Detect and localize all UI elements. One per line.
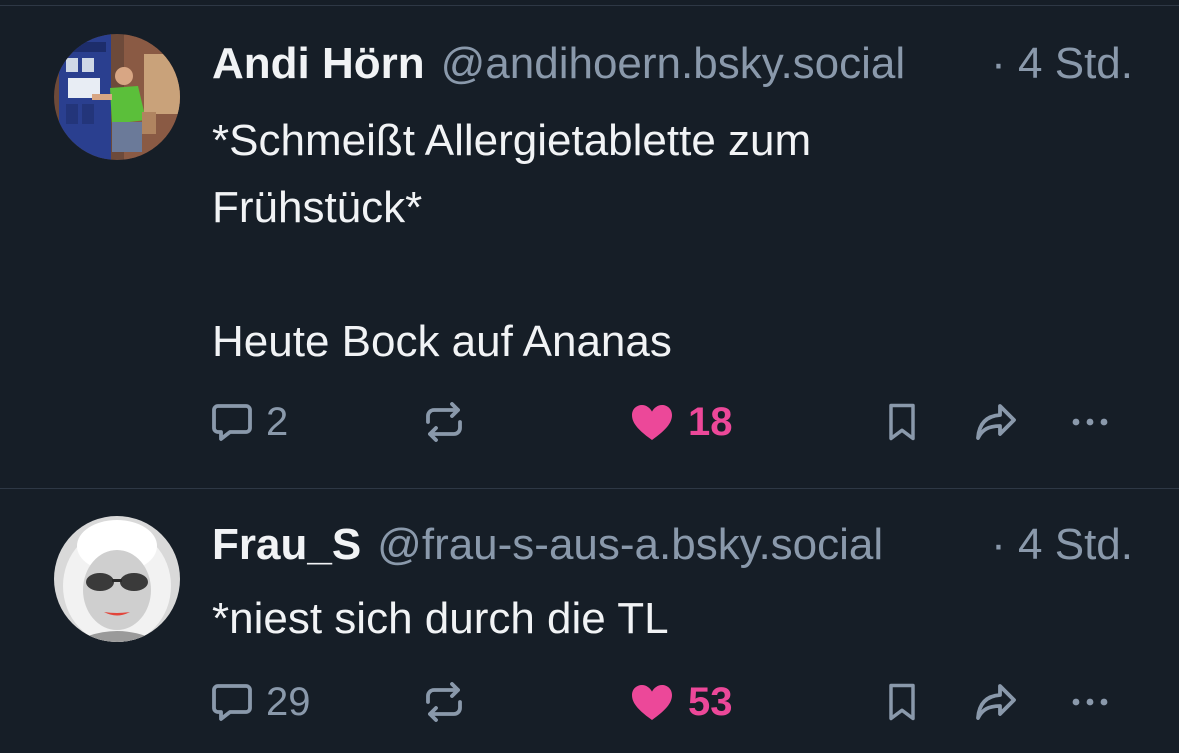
post-text-line: *niest sich durch die TL (212, 594, 669, 643)
bookmark-icon (889, 683, 915, 721)
ellipsis-icon (1072, 418, 1108, 426)
avatar-photo-man-green-shirt (54, 34, 180, 160)
post-text: *niest sich durch die TL (212, 585, 1112, 652)
author-name[interactable]: Andi Hörn (212, 39, 425, 89)
author-handle[interactable]: @andihoern.bsky.social (441, 39, 968, 89)
share-arrow-icon (976, 404, 1016, 440)
reply-count: 29 (266, 679, 311, 724)
bookmark-icon (889, 403, 915, 441)
author-avatar[interactable] (54, 34, 180, 160)
post-text-line: *Schmeißt Allergietablette zum (212, 116, 812, 165)
share-arrow-icon (976, 684, 1016, 720)
speech-bubble-icon (212, 404, 252, 441)
post-text-line: Frühstück* (212, 183, 423, 232)
repost-arrows-icon (426, 682, 462, 722)
post-header: Frau_S @frau-s-aus-a.bsky.social · 4 Std… (212, 515, 1133, 575)
post-actions: 2 18 (208, 395, 1128, 449)
repost-arrows-icon (426, 402, 462, 442)
avatar-photo-woman-sunglasses (54, 516, 180, 642)
more-options-button[interactable] (1066, 675, 1114, 729)
ellipsis-icon (1072, 698, 1108, 706)
repost-button[interactable] (420, 395, 468, 449)
like-count: 53 (688, 679, 733, 724)
bookmark-button[interactable] (880, 675, 924, 729)
post-text: *Schmeißt Allergietablette zum Frühstück… (212, 107, 1112, 375)
like-button[interactable]: 18 (628, 395, 733, 449)
post-text-line: Heute Bock auf Ananas (212, 317, 672, 366)
heart-icon (632, 405, 672, 440)
post-item[interactable]: Frau_S @frau-s-aus-a.bsky.social · 4 Std… (0, 489, 1179, 753)
share-button[interactable] (970, 675, 1022, 729)
bookmark-button[interactable] (880, 395, 924, 449)
post-timestamp[interactable]: · 4 Std. (991, 520, 1133, 570)
share-button[interactable] (970, 395, 1022, 449)
repost-button[interactable] (420, 675, 468, 729)
author-name[interactable]: Frau_S (212, 520, 361, 570)
like-count: 18 (688, 399, 733, 444)
post-item[interactable]: Andi Hörn @andihoern.bsky.social · 4 Std… (0, 6, 1179, 488)
post-header: Andi Hörn @andihoern.bsky.social · 4 Std… (212, 34, 1133, 94)
more-options-button[interactable] (1066, 395, 1114, 449)
author-avatar[interactable] (54, 516, 180, 642)
heart-icon (632, 685, 672, 720)
reply-button[interactable]: 2 (208, 395, 288, 449)
reply-count: 2 (266, 399, 289, 444)
post-actions: 29 53 (208, 675, 1128, 729)
like-button[interactable]: 53 (628, 675, 733, 729)
reply-button[interactable]: 29 (208, 675, 311, 729)
speech-bubble-icon (212, 684, 252, 721)
author-handle[interactable]: @frau-s-aus-a.bsky.social (377, 520, 967, 570)
post-timestamp[interactable]: · 4 Std. (991, 39, 1133, 89)
